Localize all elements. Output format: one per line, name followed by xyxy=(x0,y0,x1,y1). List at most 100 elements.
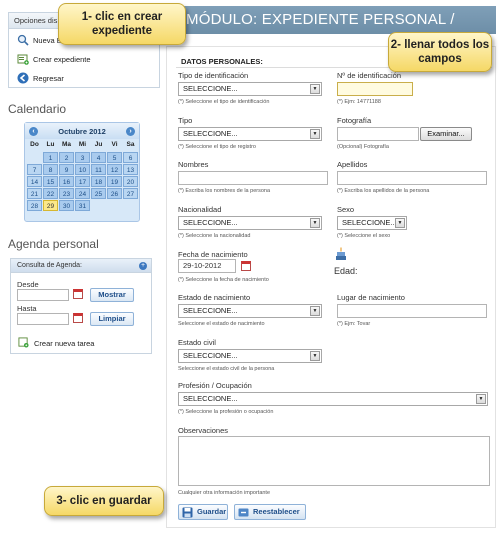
calendar-day[interactable]: 26 xyxy=(107,188,122,199)
chevron-down-icon: ▼ xyxy=(310,306,320,316)
reestablecer-button[interactable]: Reestablecer xyxy=(234,504,306,520)
crear-tarea-label: Crear nueva tarea xyxy=(34,338,95,348)
calendar-dow: Ma xyxy=(61,141,72,148)
calendar-day[interactable]: 8 xyxy=(43,164,58,175)
tipo-hint: (*) Seleccione el tipo de registro xyxy=(178,144,256,150)
select-value: SELECCIONE... xyxy=(183,84,238,93)
fecha-nacimiento-input[interactable]: 29-10-2012 xyxy=(178,259,236,273)
calendar-day[interactable]: 31 xyxy=(75,200,90,211)
calendar-dow: Mi xyxy=(78,141,87,148)
guardar-label: Guardar xyxy=(197,507,227,516)
calendar-day[interactable]: 14 xyxy=(27,176,42,187)
calendar-day[interactable]: 5 xyxy=(107,152,122,163)
chevron-down-icon: ▼ xyxy=(310,351,320,361)
nacionalidad-label: Nacionalidad xyxy=(178,205,222,214)
select-value: SELECCIONE... xyxy=(183,394,238,403)
calendar-day[interactable]: 18 xyxy=(91,176,106,187)
calendar-day[interactable]: 15 xyxy=(43,176,58,187)
select-value: SELECCIONE... xyxy=(342,218,397,227)
calendar-dow: Do xyxy=(30,141,39,148)
add-task-icon xyxy=(18,337,30,349)
profesion-select[interactable]: SELECCIONE... ▼ xyxy=(178,392,488,406)
no-identificacion-label: Nº de identificación xyxy=(337,71,402,80)
apellidos-hint: (*) Escriba los apellidos de la persona xyxy=(337,188,430,194)
next-month-icon[interactable]: › xyxy=(126,126,135,136)
apellidos-input[interactable] xyxy=(337,171,487,185)
calendar-day[interactable]: 17 xyxy=(75,176,90,187)
calendar-day[interactable]: 28 xyxy=(27,200,42,211)
guardar-button[interactable]: Guardar xyxy=(178,504,228,520)
calendar-day[interactable]: 20 xyxy=(123,176,138,187)
calendar-day[interactable]: 12 xyxy=(107,164,122,175)
calendar-day[interactable]: 19 xyxy=(107,176,122,187)
nacionalidad-hint: (*) Seleccione la nacionalidad xyxy=(178,233,251,239)
nombres-hint: (*) Escriba los nombres de la persona xyxy=(178,188,271,194)
estado-nacimiento-select[interactable]: SELECCIONE... ▼ xyxy=(178,304,322,318)
apellidos-label: Apellidos xyxy=(337,160,368,169)
fotografia-hint: (Opcional) Fotografía xyxy=(337,144,389,150)
calendar-dow: Vi xyxy=(111,141,118,148)
calendar-day[interactable]: 4 xyxy=(91,152,106,163)
calendar-day[interactable]: 9 xyxy=(59,164,74,175)
select-value: SELECCIONE... xyxy=(183,351,238,360)
calendar-day[interactable]: 27 xyxy=(123,188,138,199)
sidebar-item-crear-expediente[interactable]: Crear expediente xyxy=(9,51,159,67)
select-value: SELECCIONE... xyxy=(183,306,238,315)
calendar-day[interactable]: 29 xyxy=(43,200,58,211)
sidebar-item-regresar[interactable]: Regresar xyxy=(9,70,159,86)
no-identificacion-input[interactable] xyxy=(337,82,413,96)
desde-input[interactable] xyxy=(17,289,69,301)
crear-tarea-link[interactable]: Crear nueva tarea xyxy=(18,337,94,349)
calendar-day[interactable]: 24 xyxy=(75,188,90,199)
calendar-day[interactable]: 16 xyxy=(59,176,74,187)
calendar-day[interactable]: 11 xyxy=(91,164,106,175)
calendar-day[interactable]: 13 xyxy=(123,164,138,175)
agenda-header-label: Consulta de Agenda: xyxy=(17,262,82,269)
hasta-input[interactable] xyxy=(17,313,69,325)
callout-step-3: 3- clic en guardar xyxy=(44,486,164,516)
chevron-down-icon: ▼ xyxy=(310,218,320,228)
profesion-hint: (*) Seleccione la profesión o ocupación xyxy=(178,409,274,415)
calendar-icon[interactable] xyxy=(73,289,83,299)
tipo-label: Tipo xyxy=(178,116,193,125)
calendar-day[interactable]: 7 xyxy=(27,164,42,175)
tipo-select[interactable]: SELECCIONE... ▼ xyxy=(178,127,322,141)
calendar-icon[interactable] xyxy=(73,313,83,323)
expand-icon[interactable]: + xyxy=(139,262,147,270)
estado-civil-label: Estado civil xyxy=(178,338,216,347)
calendar-day[interactable]: 25 xyxy=(91,188,106,199)
calendar-day[interactable]: 22 xyxy=(43,188,58,199)
calendar-day[interactable]: 1 xyxy=(43,152,58,163)
examinar-button[interactable]: Examinar... xyxy=(420,127,472,141)
calendar-day[interactable]: 6 xyxy=(123,152,138,163)
calendar-icon[interactable] xyxy=(241,261,251,271)
estado-civil-select[interactable]: SELECCIONE... ▼ xyxy=(178,349,322,363)
calendar-day[interactable]: 10 xyxy=(75,164,90,175)
observaciones-hint: Cualquier otra información importante xyxy=(178,490,271,496)
fotografia-path-input[interactable] xyxy=(337,127,419,141)
fecha-nacimiento-label: Fecha de nacimiento xyxy=(178,250,248,259)
mostrar-button[interactable]: Mostrar xyxy=(90,288,134,302)
edad-label: Edad: xyxy=(334,266,358,276)
observaciones-textarea[interactable] xyxy=(178,436,490,486)
calendar-day[interactable]: 3 xyxy=(75,152,90,163)
calendar-empty-cell xyxy=(123,200,138,211)
calendar-dow: Ju xyxy=(94,141,103,148)
calendar-day[interactable]: 2 xyxy=(59,152,74,163)
observaciones-label: Observaciones xyxy=(178,426,229,435)
lugar-nacimiento-input[interactable] xyxy=(337,304,487,318)
chevron-down-icon: ▼ xyxy=(310,84,320,94)
tipo-identificacion-select[interactable]: SELECCIONE... ▼ xyxy=(178,82,322,96)
lugar-nacimiento-label: Lugar de nacimiento xyxy=(337,293,405,302)
calendar-day[interactable]: 23 xyxy=(59,188,74,199)
nombres-input[interactable] xyxy=(178,171,328,185)
nacionalidad-select[interactable]: SELECCIONE... ▼ xyxy=(178,216,322,230)
back-arrow-icon xyxy=(17,72,29,84)
calendar-day[interactable]: 21 xyxy=(27,188,42,199)
prev-month-icon[interactable]: ‹ xyxy=(29,126,38,136)
sexo-select[interactable]: SELECCIONE... ▼ xyxy=(337,216,407,230)
calendar-day[interactable]: 30 xyxy=(59,200,74,211)
limpiar-button[interactable]: Limpiar xyxy=(90,312,134,326)
reset-icon xyxy=(238,507,249,518)
agenda-header: Consulta de Agenda: + xyxy=(11,259,151,273)
